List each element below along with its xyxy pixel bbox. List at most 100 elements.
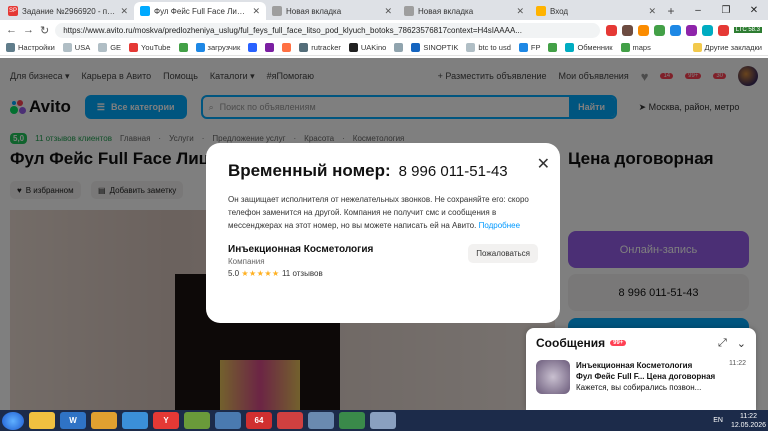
collapse-icon[interactable]: ⌄ <box>737 337 746 350</box>
tab-close-icon[interactable]: ✕ <box>516 6 524 17</box>
url-field[interactable]: https://www.avito.ru/moskva/predlozheniy… <box>55 22 600 38</box>
message-body: Инъекционная Косметология Фул Фейс Full … <box>576 360 723 394</box>
bookmark-item[interactable] <box>394 43 404 52</box>
extension-icon[interactable] <box>637 24 649 36</box>
bookmark-icon <box>518 43 528 52</box>
close-window-button[interactable]: ✕ <box>740 0 768 20</box>
tab-close-icon[interactable]: ✕ <box>120 6 128 17</box>
maximize-button[interactable]: ❐ <box>712 0 740 20</box>
bookmark-item[interactable]: USA <box>62 43 91 52</box>
extension-icon[interactable] <box>653 24 665 36</box>
tab-favicon-icon <box>536 6 546 16</box>
bookmark-item[interactable] <box>178 43 188 52</box>
back-button[interactable]: ← <box>6 24 17 36</box>
browser-tab[interactable]: Новая вкладка ✕ <box>266 2 398 20</box>
messages-title: Сообщения <box>536 336 606 350</box>
tab-favicon-icon: SP <box>8 6 18 16</box>
company-reviews-link[interactable]: 11 отзывов <box>282 269 323 278</box>
taskbar-app-icon[interactable]: 64 <box>246 412 272 429</box>
bookmark-item[interactable]: Настройки <box>6 43 55 52</box>
extensions-area: LTC 58.3 <box>605 24 762 36</box>
taskbar-app-icon[interactable] <box>308 412 334 429</box>
taskbar-app-icon[interactable]: W <box>60 412 86 429</box>
clock[interactable]: 11:22 12.05.2026 <box>731 412 766 430</box>
forward-button[interactable]: → <box>23 24 34 36</box>
tab-favicon-icon <box>140 6 150 16</box>
bookmark-item[interactable]: rutracker <box>299 43 341 52</box>
bookmark-item[interactable] <box>548 43 558 52</box>
bookmark-label: maps <box>632 43 651 52</box>
messages-header: Сообщения 99+ ⤢ ⌄ <box>536 336 746 350</box>
bookmark-icon <box>548 43 558 52</box>
bookmark-label: rutracker <box>311 43 341 52</box>
tab-close-icon[interactable]: ✕ <box>648 6 656 17</box>
bookmark-icon <box>282 43 292 52</box>
extension-icon[interactable] <box>701 24 713 36</box>
tab-close-icon[interactable]: ✕ <box>384 6 392 17</box>
bookmark-item[interactable]: YouTube <box>129 43 171 52</box>
taskbar-app-icon[interactable] <box>277 412 303 429</box>
browser-tabstrip: SPЗадание №2966920 - просмотр з✕Фул Фейс… <box>0 0 768 20</box>
taskbar-app-icon[interactable] <box>370 412 396 429</box>
complain-button[interactable]: Пожаловаться <box>468 244 538 263</box>
bookmark-item[interactable]: btc to usd <box>466 43 511 52</box>
extension-icon[interactable] <box>605 24 617 36</box>
taskbar-app-icon[interactable] <box>339 412 365 429</box>
tab-close-icon[interactable]: ✕ <box>252 6 260 17</box>
bookmark-icon <box>6 43 15 52</box>
taskbar-app-icon[interactable] <box>184 412 210 429</box>
bookmark-item[interactable] <box>248 43 258 52</box>
browser-tab[interactable]: Вход ✕ <box>530 2 662 20</box>
company-rating: 5.0 <box>228 269 240 278</box>
extension-icon[interactable] <box>669 24 681 36</box>
bookmark-item[interactable]: загрузчик <box>195 43 241 52</box>
bookmark-item[interactable]: GE <box>98 43 121 52</box>
bookmark-item[interactable]: SINOPTIK <box>411 43 458 52</box>
browser-tab[interactable]: SP Задание №2966920 - просмотр з✕ <box>2 2 134 20</box>
taskbar-app-icon[interactable] <box>122 412 148 429</box>
close-icon[interactable]: ✕ <box>537 154 550 174</box>
bookmark-item[interactable]: maps <box>620 43 651 52</box>
bookmark-item[interactable]: FP <box>518 43 540 52</box>
bookmark-item[interactable] <box>265 43 275 52</box>
message-preview: Кажется, вы собирались позвон... <box>576 383 702 392</box>
reload-button[interactable]: ↻ <box>40 24 49 37</box>
bookmark-icon <box>178 43 188 52</box>
messages-count-badge: 99+ <box>610 340 627 346</box>
browser-tab[interactable]: Фул Фейс Full Face Лицо под Клю ✕ <box>134 2 266 20</box>
bookmark-icon <box>565 43 575 52</box>
company-name[interactable]: Инъекционная Косметология <box>228 244 373 255</box>
message-time: 11:22 <box>729 360 746 367</box>
more-link[interactable]: Подробнее <box>479 221 521 230</box>
minimize-button[interactable]: ‒ <box>684 0 712 20</box>
bookmark-item[interactable]: Обменник <box>565 43 613 52</box>
tab-favicon-icon <box>272 6 282 16</box>
new-tab-button[interactable]: + <box>662 2 680 20</box>
address-bar-row: ← → ↻ https://www.avito.ru/moskva/predlo… <box>0 20 768 40</box>
message-item[interactable]: Инъекционная Косметология Фул Фейс Full … <box>536 360 746 394</box>
bookmark-item[interactable] <box>282 43 292 52</box>
bookmark-label: загрузчик <box>207 43 241 52</box>
extension-icon[interactable] <box>621 24 633 36</box>
language-indicator[interactable]: EN <box>713 417 723 424</box>
other-bookmarks[interactable]: Другие закладки <box>692 43 762 52</box>
bookmark-item[interactable]: UAKino <box>348 43 387 52</box>
messages-tools: ⤢ ⌄ <box>718 337 746 350</box>
bookmark-icon <box>466 43 476 52</box>
messages-panel: Сообщения 99+ ⤢ ⌄ Инъекционная Косметоло… <box>526 328 756 410</box>
bookmark-icon <box>411 43 421 52</box>
window-controls: ‒ ❐ ✕ <box>684 0 768 20</box>
bookmark-label: UAKino <box>360 43 387 52</box>
taskbar-app-icon[interactable] <box>215 412 241 429</box>
taskbar-app-icon[interactable] <box>29 412 55 429</box>
browser-tab[interactable]: Новая вкладка ✕ <box>398 2 530 20</box>
extension-icon[interactable] <box>717 24 729 36</box>
message-thumbnail <box>536 360 570 394</box>
tab-favicon-icon <box>404 6 414 16</box>
bookmark-label: USA <box>74 43 91 52</box>
expand-icon[interactable]: ⤢ <box>718 337 727 350</box>
taskbar-app-icon[interactable] <box>91 412 117 429</box>
extension-icon[interactable] <box>685 24 697 36</box>
taskbar-app-icon[interactable]: Y <box>153 412 179 429</box>
start-button[interactable] <box>2 411 24 430</box>
